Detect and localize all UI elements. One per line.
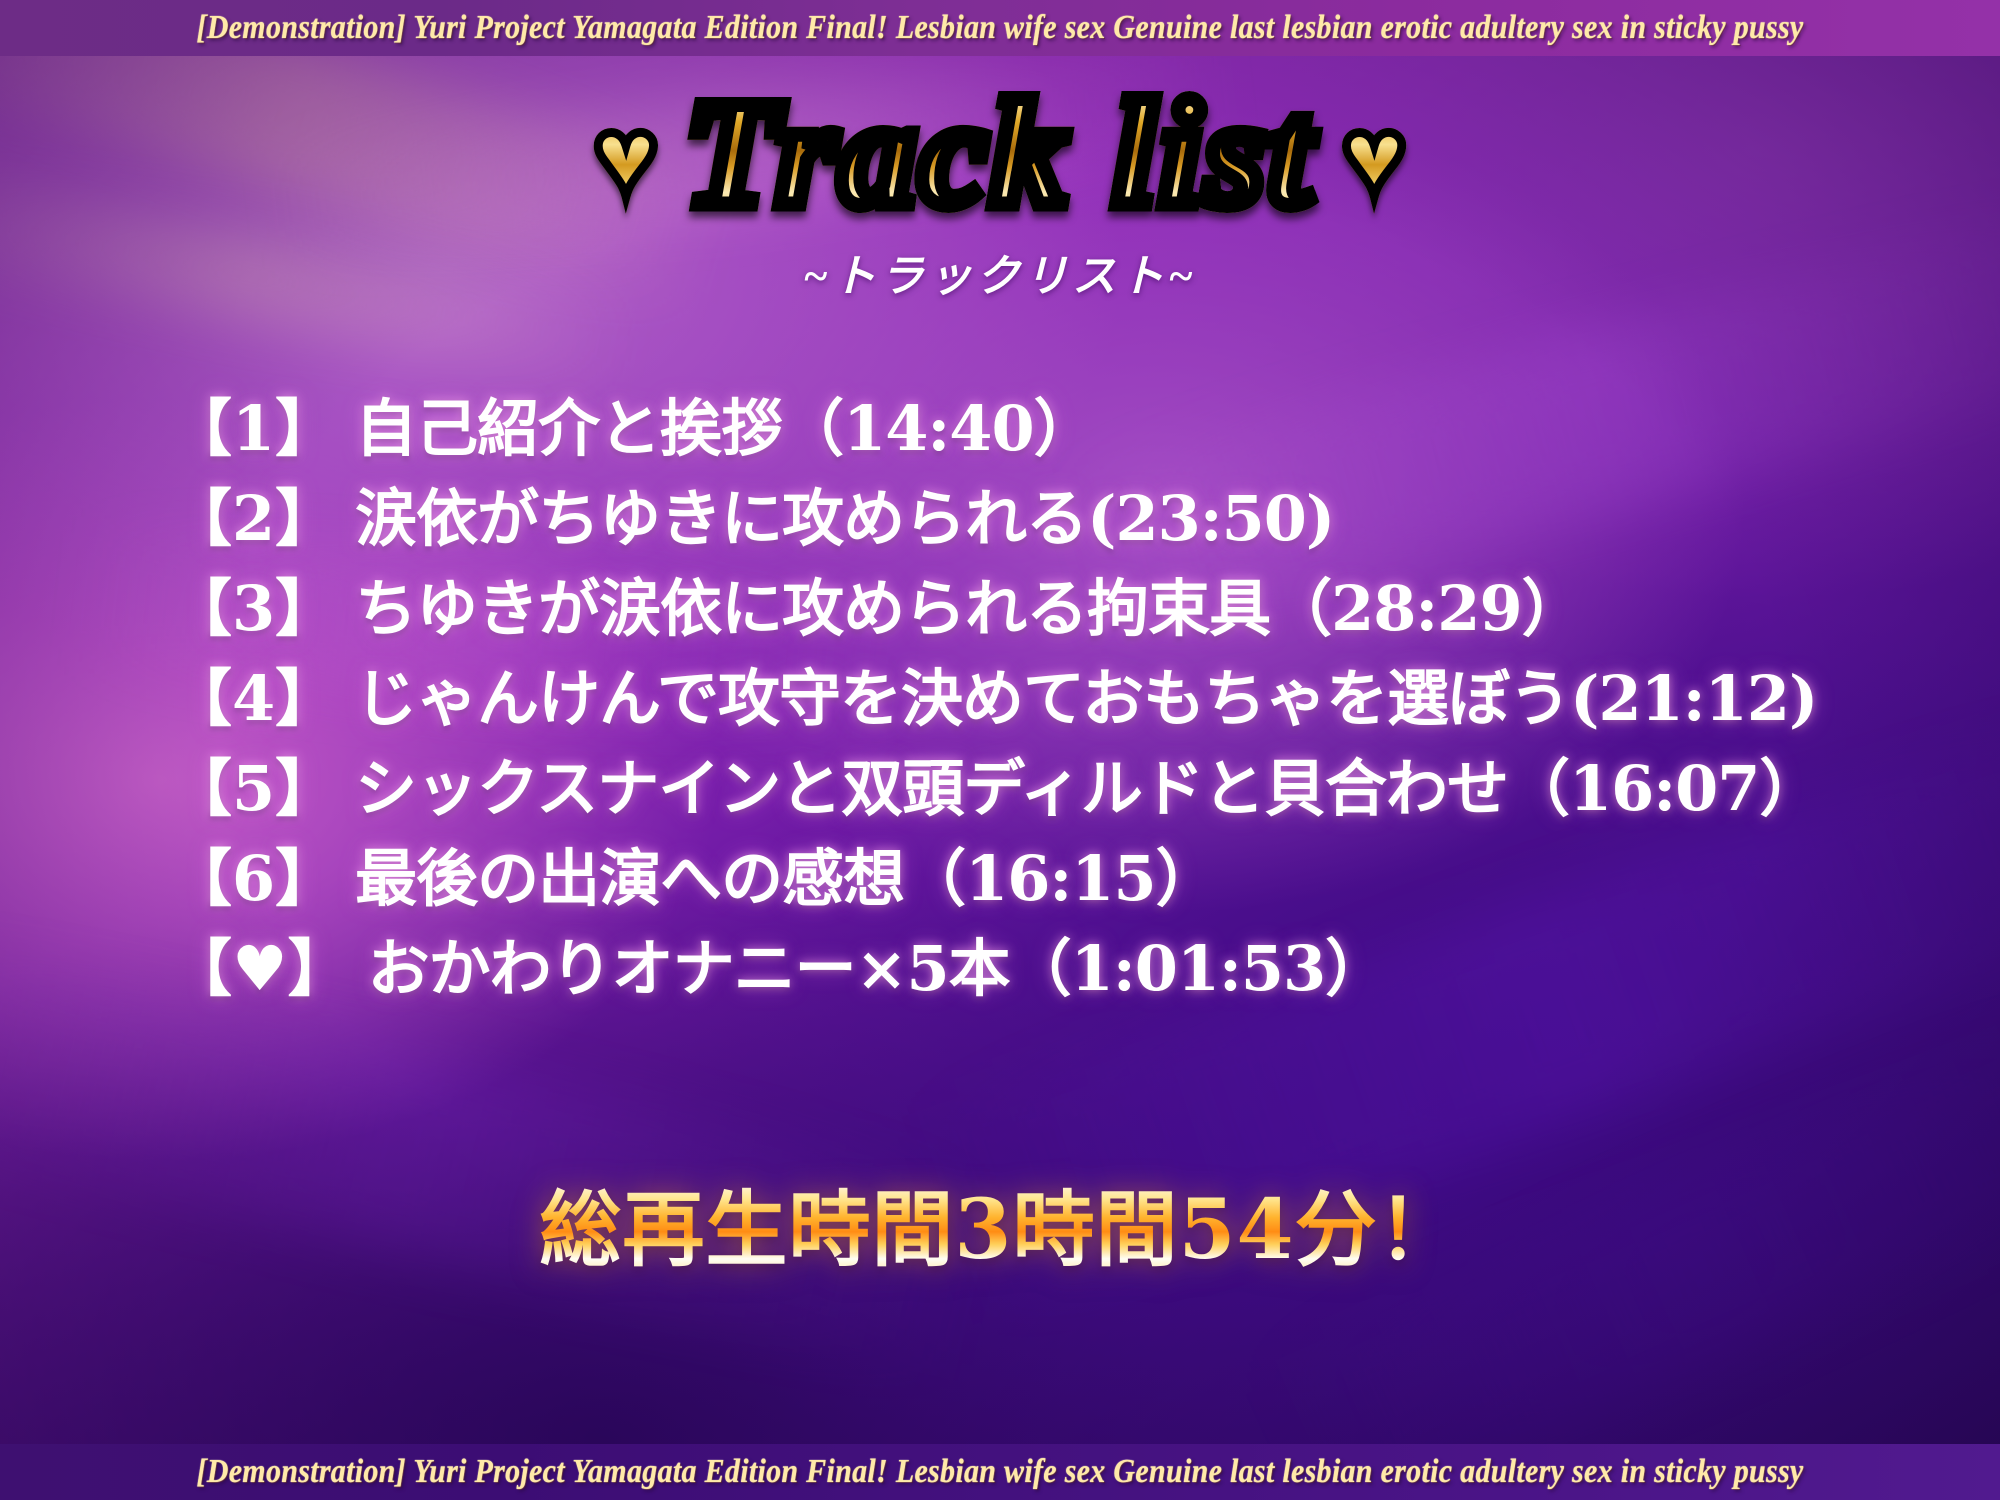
track-title: じゃんけんで攻守を決めておもちゃを選ぼう(21:12) <box>355 662 1818 735</box>
track-row: 【2】 涙依がちゆきに攻められる(23:50) <box>170 488 1940 578</box>
track-title: シックスナインと双頭ディルドと貝合わせ（16:07） <box>355 752 1821 825</box>
track-list-poster: [Demonstration] Yuri Project Yamagata Ed… <box>0 0 2000 1500</box>
top-banner-text: [Demonstration] Yuri Project Yamagata Ed… <box>196 8 1804 46</box>
track-row: 【5】 シックスナインと双頭ディルドと貝合わせ（16:07） <box>170 758 1940 848</box>
bottom-banner-text: [Demonstration] Yuri Project Yamagata Ed… <box>196 1452 1804 1490</box>
bottom-banner: [Demonstration] Yuri Project Yamagata Ed… <box>0 1444 2000 1500</box>
track-row: 【6】 最後の出演への感想（16:15） <box>170 848 1940 938</box>
track-title: ちゆきが涙依に攻められる拘束具（28:29） <box>355 572 1583 645</box>
track-number: 【6】 <box>170 842 338 915</box>
track-number: 【1】 <box>170 392 338 465</box>
track-title: おかわりオナニー×5本（1:01:53） <box>367 932 1388 1005</box>
title-block: ♥ Track list ♥ ~トラックリスト~ <box>0 66 2000 304</box>
page-subtitle: ~トラックリスト~ <box>802 251 1198 301</box>
track-title: 自己紹介と挨拶（14:40） <box>355 392 1095 465</box>
top-banner: [Demonstration] Yuri Project Yamagata Ed… <box>0 0 2000 56</box>
heart-icon-left: ♥ <box>588 95 663 220</box>
track-number: 【3】 <box>170 572 338 645</box>
track-number: 【5】 <box>170 752 338 825</box>
track-title: 最後の出演への感想（16:15） <box>355 842 1217 915</box>
track-number: 【♥】 <box>170 932 350 1005</box>
heart-icon-right: ♥ <box>1336 95 1411 220</box>
track-title: 涙依がちゆきに攻められる(23:50) <box>355 482 1335 555</box>
track-row: 【1】 自己紹介と挨拶（14:40） <box>170 398 1940 488</box>
track-number: 【4】 <box>170 662 338 735</box>
total-runtime-text: 総再生時間3時間54分！ <box>539 1182 1461 1278</box>
total-runtime-block: 総再生時間3時間54分！ <box>0 1185 2000 1275</box>
page-title: Track list <box>678 66 1319 240</box>
track-row: 【♥】 おかわりオナニー×5本（1:01:53） <box>170 938 1940 1028</box>
track-list: 【1】 自己紹介と挨拶（14:40） 【2】 涙依がちゆきに攻められる(23:5… <box>170 398 1940 1028</box>
track-row: 【4】 じゃんけんで攻守を決めておもちゃを選ぼう(21:12) <box>170 668 1940 758</box>
track-row: 【3】 ちゆきが涙依に攻められる拘束具（28:29） <box>170 578 1940 668</box>
title-row: ♥ Track list ♥ <box>0 66 2000 240</box>
track-number: 【2】 <box>170 482 338 555</box>
